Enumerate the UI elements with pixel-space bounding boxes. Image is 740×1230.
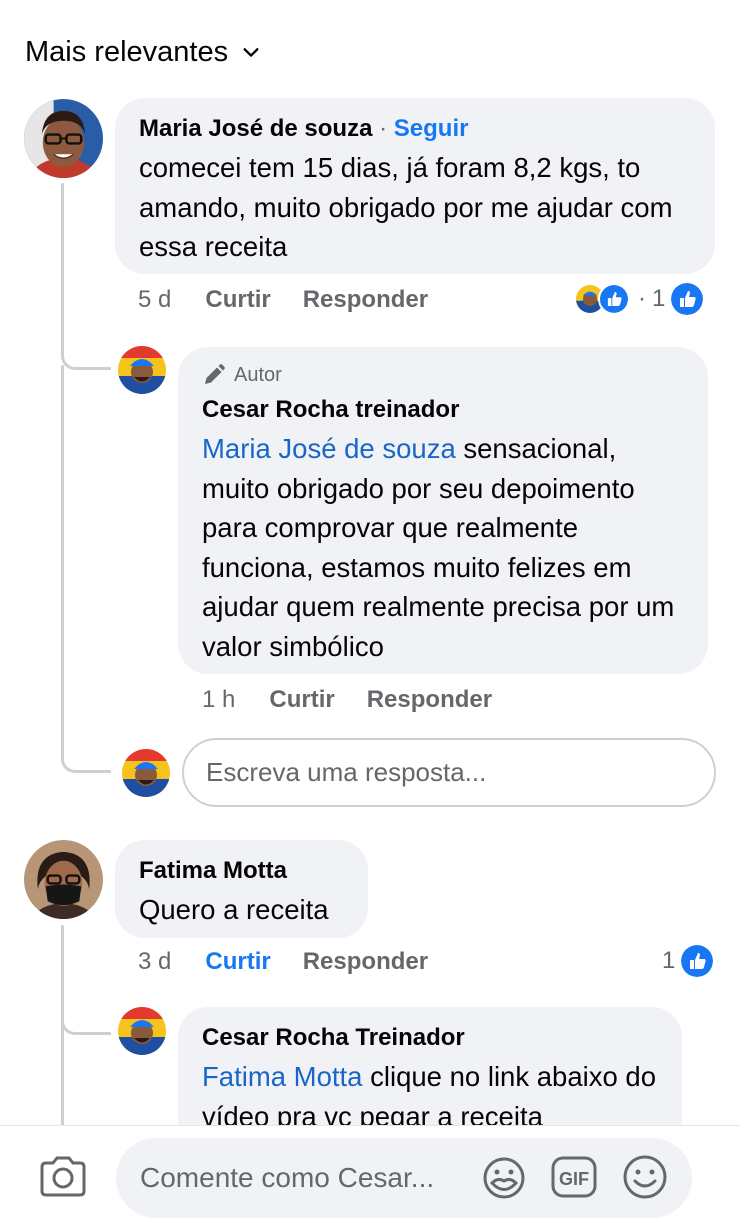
avatar[interactable]	[118, 1007, 166, 1055]
comment-actions: 5 d Curtir Responder	[138, 284, 460, 316]
thread-connector	[61, 975, 111, 1035]
reaction-count: 1	[652, 285, 666, 312]
timestamp[interactable]: 5 d	[138, 286, 171, 314]
avatar[interactable]	[24, 840, 103, 919]
reply-input[interactable]: Escreva uma resposta...	[182, 738, 716, 807]
thread-connector	[61, 710, 111, 773]
reply-button[interactable]: Responder	[303, 286, 428, 314]
comment-text: comecei tem 15 dias, já foram 8,2 kgs, t…	[139, 152, 673, 262]
comment-text: Quero a receita	[139, 894, 329, 925]
separator: ·	[638, 285, 646, 312]
camera-icon[interactable]	[38, 1155, 88, 1199]
like-button[interactable]: Curtir	[205, 286, 270, 314]
reply-input-placeholder: Escreva uma resposta...	[206, 757, 487, 787]
avatar	[122, 749, 170, 797]
timestamp[interactable]: 3 d	[138, 948, 171, 976]
avatar[interactable]	[24, 99, 103, 178]
avatar[interactable]	[118, 346, 166, 394]
comment-bubble: Maria José de souza · Seguir comecei tem…	[115, 98, 715, 274]
like-button[interactable]: Curtir	[269, 686, 334, 714]
svg-text:GIF: GIF	[559, 1169, 589, 1189]
like-icon	[681, 945, 714, 977]
separator: ·	[379, 115, 388, 142]
like-button[interactable]: Curtir	[205, 948, 270, 976]
comment-author[interactable]: Fatima Motta	[139, 854, 346, 888]
comment-author[interactable]: Maria José de souza	[139, 115, 372, 142]
like-icon	[671, 283, 704, 315]
chevron-down-icon	[243, 48, 259, 57]
reply-text: sensacional, muito obrigado por seu depo…	[202, 433, 675, 662]
follow-button[interactable]: Seguir	[394, 115, 469, 142]
thread-line	[61, 365, 64, 755]
sort-dropdown[interactable]: Mais relevantes	[25, 30, 260, 74]
comment-bubble: Fatima Motta Quero a receita	[115, 840, 368, 938]
thread-connector	[61, 300, 111, 370]
reaction-count: 1	[662, 947, 676, 974]
author-badge-label: Autor	[234, 364, 282, 386]
comment-actions: 3 d Curtir Responder	[138, 946, 460, 978]
like-icon	[598, 283, 630, 315]
reply-button[interactable]: Responder	[303, 948, 428, 976]
reply-button[interactable]: Responder	[367, 686, 492, 714]
timestamp[interactable]: 1 h	[202, 686, 235, 714]
pencil-icon	[205, 364, 225, 384]
emoji-icon[interactable]	[621, 1152, 669, 1202]
comment-input-placeholder: Comente como Cesar...	[140, 1162, 435, 1193]
reaction-summary[interactable]: · 1	[574, 283, 704, 315]
reply-author[interactable]: Cesar Rocha Treinador	[202, 1021, 660, 1055]
reply-bubble: Autor Cesar Rocha treinador Maria José d…	[178, 347, 708, 674]
reply-author[interactable]: Cesar Rocha treinador	[202, 393, 686, 427]
reply-actions: 1 h Curtir Responder	[202, 684, 524, 716]
comment-input[interactable]: Comente como Cesar...	[116, 1138, 692, 1218]
gif-icon[interactable]: GIF	[550, 1152, 598, 1202]
sort-label: Mais relevantes	[25, 35, 229, 68]
mention-link[interactable]: Maria José de souza	[202, 433, 456, 464]
author-badge: Autor	[202, 361, 686, 389]
sticker-icon[interactable]	[480, 1152, 528, 1202]
reaction-summary[interactable]: 1	[662, 945, 714, 977]
mention-link[interactable]: Fatima Motta	[202, 1061, 362, 1092]
